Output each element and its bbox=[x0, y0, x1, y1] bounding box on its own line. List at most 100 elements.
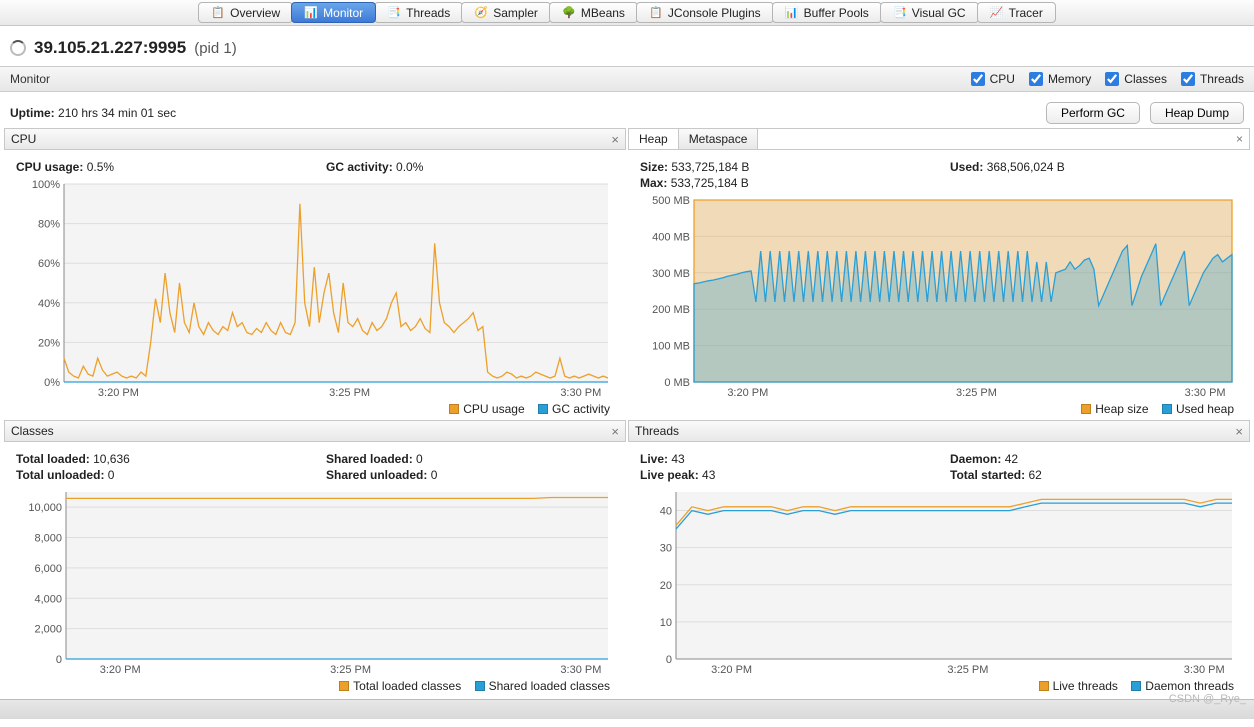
svg-text:3:30 PM: 3:30 PM bbox=[560, 664, 601, 676]
svg-text:10: 10 bbox=[660, 617, 672, 629]
tab-sampler[interactable]: 🧭 Sampler bbox=[461, 2, 551, 23]
tab-overview[interactable]: 📋 Overview bbox=[198, 2, 293, 23]
metaspace-tab[interactable]: Metaspace bbox=[679, 129, 759, 149]
heap-used-stat: Used: 368,506,024 B bbox=[950, 160, 1220, 174]
close-icon[interactable]: × bbox=[611, 424, 619, 439]
heap-chart: 0 MB 100 MB 200 MB 300 MB 400 MB 500 MB 3:20 P… bbox=[640, 196, 1238, 400]
actions-row: Uptime: 210 hrs 34 min 01 sec Perform GC… bbox=[0, 92, 1254, 128]
classes-checkbox[interactable] bbox=[1105, 72, 1119, 86]
daemon-stat: Daemon: 42 bbox=[950, 452, 1220, 466]
threads-icon: 📑 bbox=[387, 6, 401, 20]
svg-text:30: 30 bbox=[660, 543, 672, 555]
cpu-panel-header: CPU × bbox=[4, 128, 626, 150]
check-classes[interactable]: Classes bbox=[1105, 72, 1167, 86]
legend-swatch bbox=[475, 681, 485, 691]
threads-panel-header: Threads × bbox=[628, 420, 1250, 442]
chart-grid: CPU × CPU usage: 0.5% GC activity: 0.0% … bbox=[0, 128, 1254, 699]
tab-monitor[interactable]: 📊 Monitor bbox=[291, 2, 376, 23]
tab-buffer-pools[interactable]: 📊 Buffer Pools bbox=[772, 2, 882, 23]
svg-text:100 MB: 100 MB bbox=[652, 341, 690, 353]
svg-text:80%: 80% bbox=[38, 219, 60, 231]
classes-legend: Total loaded classes Shared loaded class… bbox=[16, 677, 614, 693]
classes-chart: 02,0004,0006,0008,00010,0003:20 PM3:25 P… bbox=[16, 488, 614, 677]
tab-threads[interactable]: 📑 Threads bbox=[374, 2, 463, 23]
heap-panel: Heap Metaspace × Size: 533,725,184 B Max… bbox=[628, 128, 1250, 418]
svg-text:0 MB: 0 MB bbox=[664, 377, 690, 389]
cpu-legend: CPU usage GC activity bbox=[16, 400, 614, 416]
svg-text:0: 0 bbox=[56, 654, 62, 666]
svg-text:300 MB: 300 MB bbox=[652, 268, 690, 280]
svg-text:10,000: 10,000 bbox=[28, 502, 62, 514]
svg-text:200 MB: 200 MB bbox=[652, 304, 690, 316]
svg-text:100%: 100% bbox=[32, 180, 60, 191]
svg-text:4,000: 4,000 bbox=[34, 593, 62, 605]
status-bar bbox=[0, 699, 1254, 719]
svg-text:3:25 PM: 3:25 PM bbox=[330, 664, 371, 676]
tab-label: Threads bbox=[406, 6, 450, 20]
buffer-icon: 📊 bbox=[785, 6, 799, 20]
cpu-checkbox[interactable] bbox=[971, 72, 985, 86]
tab-jconsole[interactable]: 📋JConsole Plugins bbox=[636, 2, 774, 23]
connection-title: 39.105.21.227:9995 bbox=[34, 38, 186, 58]
tab-label: Tracer bbox=[1009, 6, 1043, 20]
check-memory[interactable]: Memory bbox=[1029, 72, 1091, 86]
monitor-icon: 📊 bbox=[304, 6, 318, 20]
threads-checkbox[interactable] bbox=[1181, 72, 1195, 86]
live-stat: Live: 43 bbox=[640, 452, 910, 466]
tab-label: Monitor bbox=[323, 6, 363, 20]
gc-activity-stat: GC activity: 0.0% bbox=[326, 160, 596, 174]
cpu-chart: 0%20%40%60%80%100%3:20 PM3:25 PM3:30 PM bbox=[16, 180, 614, 400]
check-cpu[interactable]: CPU bbox=[971, 72, 1015, 86]
tab-mbeans[interactable]: 🌳MBeans bbox=[549, 2, 638, 23]
svg-text:3:30 PM: 3:30 PM bbox=[1184, 664, 1225, 676]
svg-text:0: 0 bbox=[666, 654, 672, 666]
svg-text:3:20 PM: 3:20 PM bbox=[711, 664, 752, 676]
close-icon[interactable]: × bbox=[1230, 132, 1249, 146]
toolbar-title: Monitor bbox=[10, 72, 50, 86]
heap-dump-button[interactable]: Heap Dump bbox=[1150, 102, 1244, 124]
svg-text:3:20 PM: 3:20 PM bbox=[727, 387, 768, 399]
svg-text:3:30 PM: 3:30 PM bbox=[560, 387, 601, 399]
legend-swatch bbox=[1039, 681, 1049, 691]
heap-max-stat: Max: 533,725,184 B bbox=[640, 176, 910, 190]
cpu-usage-stat: CPU usage: 0.5% bbox=[16, 160, 286, 174]
total-loaded-stat: Total loaded: 10,636 bbox=[16, 452, 286, 466]
uptime: Uptime: 210 hrs 34 min 01 sec bbox=[10, 106, 176, 120]
svg-text:3:20 PM: 3:20 PM bbox=[98, 387, 139, 399]
visualgc-icon: 📑 bbox=[893, 6, 907, 20]
legend-swatch bbox=[449, 404, 459, 414]
total-unloaded-stat: Total unloaded: 0 bbox=[16, 468, 286, 482]
svg-text:400 MB: 400 MB bbox=[652, 231, 690, 243]
svg-text:500 MB: 500 MB bbox=[652, 196, 690, 207]
close-icon[interactable]: × bbox=[611, 132, 619, 147]
cpu-panel: CPU × CPU usage: 0.5% GC activity: 0.0% … bbox=[4, 128, 626, 418]
svg-text:40%: 40% bbox=[38, 298, 60, 310]
svg-text:8,000: 8,000 bbox=[34, 533, 62, 545]
check-threads[interactable]: Threads bbox=[1181, 72, 1244, 86]
close-icon[interactable]: × bbox=[1235, 424, 1243, 439]
tab-visual-gc[interactable]: 📑Visual GC bbox=[880, 2, 979, 23]
legend-swatch bbox=[1131, 681, 1141, 691]
perform-gc-button[interactable]: Perform GC bbox=[1046, 102, 1140, 124]
sampler-icon: 🧭 bbox=[474, 6, 488, 20]
tab-label: Buffer Pools bbox=[804, 6, 869, 20]
tab-label: Overview bbox=[230, 6, 280, 20]
memory-checkbox[interactable] bbox=[1029, 72, 1043, 86]
legend-swatch bbox=[538, 404, 548, 414]
page-header: 39.105.21.227:9995 (pid 1) bbox=[0, 26, 1254, 66]
legend-swatch bbox=[1081, 404, 1091, 414]
panel-title: Threads bbox=[635, 424, 679, 438]
svg-text:3:25 PM: 3:25 PM bbox=[329, 387, 370, 399]
tab-tracer[interactable]: 📈 Tracer bbox=[977, 2, 1056, 23]
svg-text:2,000: 2,000 bbox=[34, 624, 62, 636]
overview-icon: 📋 bbox=[211, 6, 225, 20]
svg-text:6,000: 6,000 bbox=[34, 563, 62, 575]
heap-tab[interactable]: Heap bbox=[629, 129, 679, 149]
tab-label: Sampler bbox=[493, 6, 538, 20]
top-tab-strip: 📋 Overview 📊 Monitor 📑 Threads 🧭 Sampler 🌳MB… bbox=[0, 0, 1254, 26]
tab-label: JConsole Plugins bbox=[668, 6, 761, 20]
heap-size-stat: Size: 533,725,184 B bbox=[640, 160, 910, 174]
tracer-icon: 📈 bbox=[990, 6, 1004, 20]
legend-swatch bbox=[1162, 404, 1172, 414]
svg-text:0%: 0% bbox=[44, 377, 60, 389]
